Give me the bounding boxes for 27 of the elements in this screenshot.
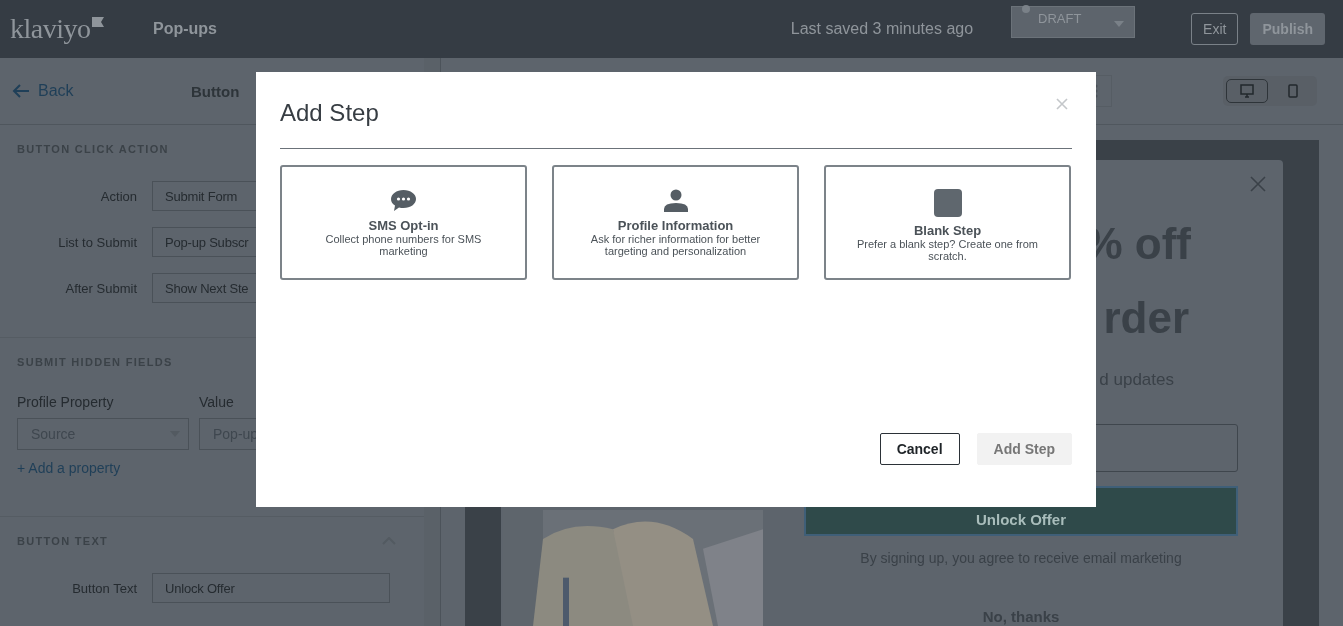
cancel-button[interactable]: Cancel bbox=[879, 433, 960, 465]
arrow-left-icon bbox=[12, 84, 30, 98]
exit-button[interactable]: Exit bbox=[1191, 13, 1239, 45]
logo: klaviyo bbox=[10, 13, 91, 45]
field-label: Button Text bbox=[71, 580, 137, 596]
caret-icon bbox=[1114, 21, 1125, 27]
save-status: Last saved 3 minutes ago bbox=[790, 20, 974, 38]
field-label: List to Submit bbox=[57, 234, 137, 250]
chat-bubble-icon bbox=[390, 189, 417, 212]
desktop-view-button[interactable] bbox=[1226, 79, 1268, 103]
close-icon[interactable] bbox=[1250, 176, 1266, 192]
phone-icon bbox=[1288, 84, 1298, 98]
dialog-title: Add Step bbox=[280, 99, 379, 127]
app-title: Pop-ups bbox=[153, 20, 217, 38]
person-icon bbox=[663, 189, 688, 212]
field-label: After Submit bbox=[64, 280, 137, 296]
step-option-card[interactable]: Blank Step Prefer a blank step? Create one from scratch. bbox=[824, 165, 1071, 280]
flag-icon bbox=[91, 17, 104, 27]
step-option-card[interactable]: SMS Opt-in Collect phone numbers for SMS marketing bbox=[280, 165, 527, 280]
field-label: Action bbox=[99, 188, 137, 204]
column-label: Value bbox=[199, 394, 235, 410]
step-option-card[interactable]: Profile Information Ask for richer information for better targeting and personalization bbox=[552, 165, 799, 280]
status-dot bbox=[1022, 5, 1031, 13]
column-label: Profile Property bbox=[17, 394, 115, 410]
square-icon bbox=[933, 189, 962, 217]
input-field[interactable]: Unlock Offer bbox=[152, 573, 390, 603]
monitor-icon bbox=[1240, 84, 1254, 98]
